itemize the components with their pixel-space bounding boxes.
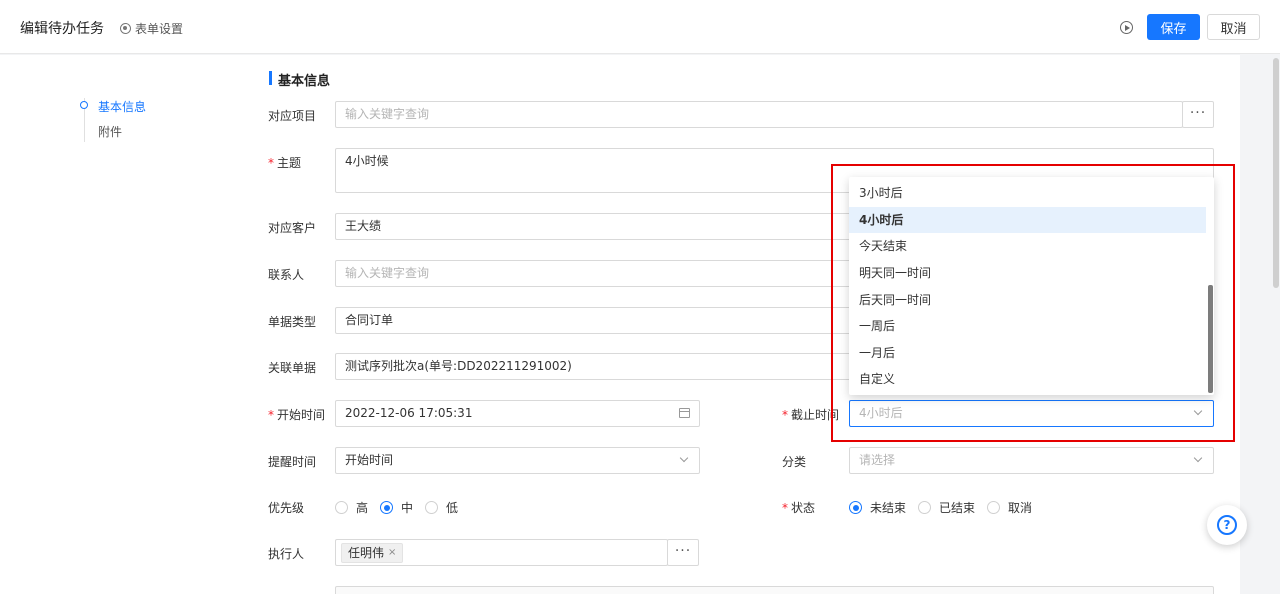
radio-icon	[425, 501, 439, 514]
doc-type-select[interactable]: 合同订单	[335, 307, 855, 334]
category-placeholder: 请选择	[859, 453, 896, 467]
form-settings-link[interactable]: 表单设置	[120, 20, 183, 37]
gear-icon	[120, 23, 131, 34]
form-settings-label: 表单设置	[135, 22, 184, 36]
status-radio-group: 未结束 已结束 取消	[849, 499, 1044, 516]
category-label: 分类	[782, 455, 807, 469]
save-button[interactable]: 保存	[1147, 14, 1200, 40]
contact-placeholder: 输入关键字查询	[345, 266, 430, 280]
help-button[interactable]: ?	[1207, 505, 1247, 545]
radio-checked-icon	[849, 501, 862, 514]
anchor-active-dot	[80, 101, 88, 109]
reminder-label: 提醒时间	[268, 455, 317, 469]
start-time-label: * 开始时间	[268, 406, 325, 423]
priority-option-label: 低	[446, 501, 459, 515]
status-label-text: 状态	[791, 501, 816, 515]
required-mark: *	[782, 408, 788, 422]
calendar-icon[interactable]	[679, 408, 690, 418]
section-marker	[269, 71, 272, 85]
doc-type-label: 单据类型	[268, 315, 317, 329]
priority-option-low[interactable]: 低	[425, 499, 458, 516]
customer-input[interactable]: 王大绩	[335, 213, 855, 240]
customer-label: 对应客户	[268, 221, 317, 235]
required-mark: *	[268, 156, 274, 170]
status-option-label: 已结束	[939, 501, 976, 515]
play-icon[interactable]	[1120, 21, 1133, 34]
related-doc-label: 关联单据	[268, 361, 317, 375]
assignee-tag: 任明伟 ×	[341, 543, 404, 563]
category-select[interactable]: 请选择	[849, 447, 1214, 474]
highlight-box	[831, 164, 1235, 442]
priority-option-label: 高	[356, 501, 369, 515]
priority-label: 优先级	[268, 501, 305, 515]
status-option-closed[interactable]: 已结束	[918, 499, 975, 516]
related-doc-value: 测试序列批次a(单号:DD202211291002)	[345, 359, 572, 373]
next-field[interactable]	[335, 586, 1214, 594]
required-mark: *	[268, 408, 274, 422]
radio-icon	[987, 501, 1001, 514]
assignee-tag-label: 任明伟	[348, 546, 385, 560]
status-option-cancelled[interactable]: 取消	[987, 499, 1032, 516]
priority-option-high[interactable]: 高	[335, 499, 368, 516]
reminder-value: 开始时间	[345, 453, 394, 467]
start-time-value: 2022-12-06 17:05:31	[345, 406, 473, 420]
assignee-more-button[interactable]: ···	[667, 539, 699, 566]
status-label: * 状态	[782, 499, 815, 516]
top-bar: 编辑待办任务 表单设置 保存 取消	[0, 0, 1280, 54]
priority-option-label: 中	[401, 501, 414, 515]
project-placeholder: 输入关键字查询	[345, 107, 430, 121]
contact-input[interactable]: 输入关键字查询	[335, 260, 855, 287]
reminder-select[interactable]: 开始时间	[335, 447, 700, 474]
status-option-label: 取消	[1008, 501, 1033, 515]
radio-icon	[335, 501, 348, 514]
related-doc-input[interactable]: 测试序列批次a(单号:DD202211291002)	[335, 353, 855, 380]
section-title: 基本信息	[278, 74, 331, 89]
start-time-picker[interactable]: 2022-12-06 17:05:31	[335, 400, 700, 427]
assignee-label: 执行人	[268, 547, 305, 561]
status-option-label: 未结束	[870, 501, 907, 515]
project-input[interactable]: 输入关键字查询	[335, 101, 1183, 128]
project-label: 对应项目	[268, 109, 317, 123]
contact-label: 联系人	[268, 268, 305, 282]
page-scrollbar[interactable]	[1273, 58, 1279, 288]
subject-label: * 主题	[268, 154, 301, 171]
help-icon: ?	[1217, 515, 1237, 535]
priority-option-medium[interactable]: 中	[380, 499, 413, 516]
project-more-button[interactable]: ···	[1182, 101, 1214, 128]
doc-type-value: 合同订单	[345, 313, 394, 327]
radio-icon	[918, 501, 932, 514]
start-time-label-text: 开始时间	[277, 408, 326, 422]
page-title: 编辑待办任务	[20, 21, 104, 37]
anchor-basic-info[interactable]: 基本信息	[98, 98, 146, 115]
priority-radio-group: 高 中 低	[335, 499, 470, 516]
anchor-attachments[interactable]: 附件	[98, 123, 122, 140]
cancel-button[interactable]: 取消	[1207, 14, 1260, 40]
subject-value: 4小时候	[345, 154, 389, 168]
close-icon[interactable]: ×	[388, 544, 396, 562]
radio-checked-icon	[380, 501, 394, 514]
status-option-open[interactable]: 未结束	[849, 499, 906, 516]
required-mark: *	[782, 501, 788, 515]
subject-label-text: 主题	[277, 156, 302, 170]
customer-value: 王大绩	[345, 219, 382, 233]
